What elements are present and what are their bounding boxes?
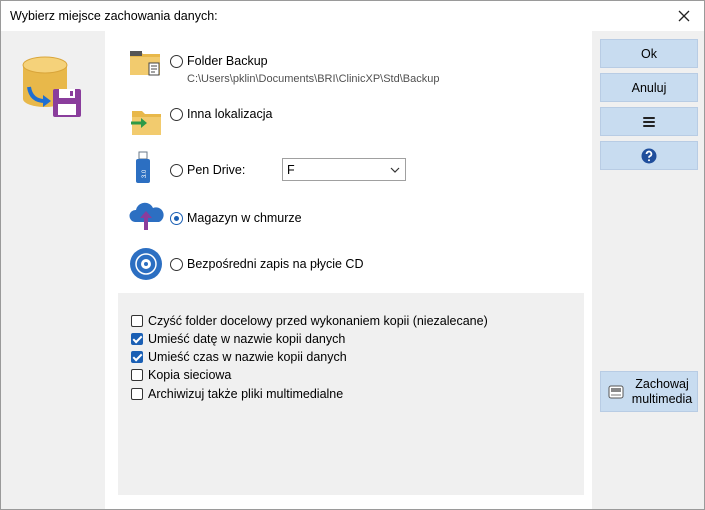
folder-backup-icon: [130, 51, 160, 76]
checkbox-label: Kopia sieciowa: [148, 368, 232, 382]
folder-backup-path: C:\Users\pklin\Documents\BRI\ClinicXP\St…: [187, 73, 440, 85]
folder-arrow-icon: [131, 111, 161, 135]
right-panel: [592, 31, 704, 509]
chevron-down-icon: [390, 167, 400, 173]
save-media-button[interactable]: Zachowaj multimedia: [600, 371, 698, 412]
usb-drive-icon: 3.0: [136, 151, 150, 183]
checkbox-network-copy-box[interactable]: [131, 369, 143, 381]
checkbox-date-in-name-box[interactable]: [131, 333, 143, 345]
other-location-radio[interactable]: [170, 108, 183, 121]
pen-drive-select[interactable]: F: [282, 158, 406, 181]
checkbox-label: Archiwizuj także pliki multimedialne: [148, 387, 344, 401]
svg-text:3.0: 3.0: [142, 169, 148, 178]
close-icon: [678, 10, 690, 22]
close-button[interactable]: [664, 1, 704, 31]
cd-disc-icon: [130, 248, 162, 280]
checkbox-clear-folder-box[interactable]: [131, 315, 143, 327]
checkbox-time-in-name-box[interactable]: [131, 351, 143, 363]
folder-backup-radio[interactable]: [170, 55, 183, 68]
checkbox-archive-media-box[interactable]: [131, 388, 143, 400]
cancel-button-label: Anuluj: [631, 80, 667, 95]
help-icon: [641, 148, 657, 163]
window-title: Wybierz miejsce zachowania danych:: [10, 9, 218, 23]
checkbox-label: Umieść datę w nazwie kopii danych: [148, 332, 346, 346]
backup-options-panel: Czyść folder docelowy przed wykonaniem k…: [118, 293, 584, 495]
cloud-storage-radio[interactable]: [170, 212, 183, 225]
ok-button-label: Ok: [641, 46, 657, 61]
title-bar: Wybierz miejsce zachowania danych:: [1, 1, 704, 31]
pen-drive-radio[interactable]: [170, 164, 183, 177]
pen-drive-label: Pen Drive:: [187, 163, 246, 177]
hamburger-icon: [643, 116, 655, 127]
cloud-upload-icon: [129, 202, 164, 230]
menu-button[interactable]: [600, 107, 698, 136]
cd-write-label: Bezpośredni zapis na płycie CD: [187, 257, 364, 271]
pen-drive-select-value: F: [287, 163, 295, 177]
checkbox-label: Umieść czas w nazwie kopii danych: [148, 350, 347, 364]
backup-location-dialog: Wybierz miejsce zachowania danych: Folde…: [0, 0, 705, 510]
help-button[interactable]: [600, 141, 698, 170]
checkbox-label: Czyść folder docelowy przed wykonaniem k…: [148, 314, 488, 328]
cloud-storage-label: Magazyn w chmurze: [187, 211, 302, 225]
folder-backup-label: Folder Backup: [187, 54, 268, 68]
database-save-icon: [22, 56, 81, 117]
cancel-button[interactable]: Anuluj: [600, 73, 698, 102]
left-panel: [1, 31, 105, 509]
ok-button[interactable]: Ok: [600, 39, 698, 68]
save-media-button-label: Zachowaj multimedia: [631, 377, 693, 406]
cd-write-radio[interactable]: [170, 258, 183, 271]
other-location-label: Inna lokalizacja: [187, 107, 273, 121]
media-card-icon: [608, 385, 624, 399]
